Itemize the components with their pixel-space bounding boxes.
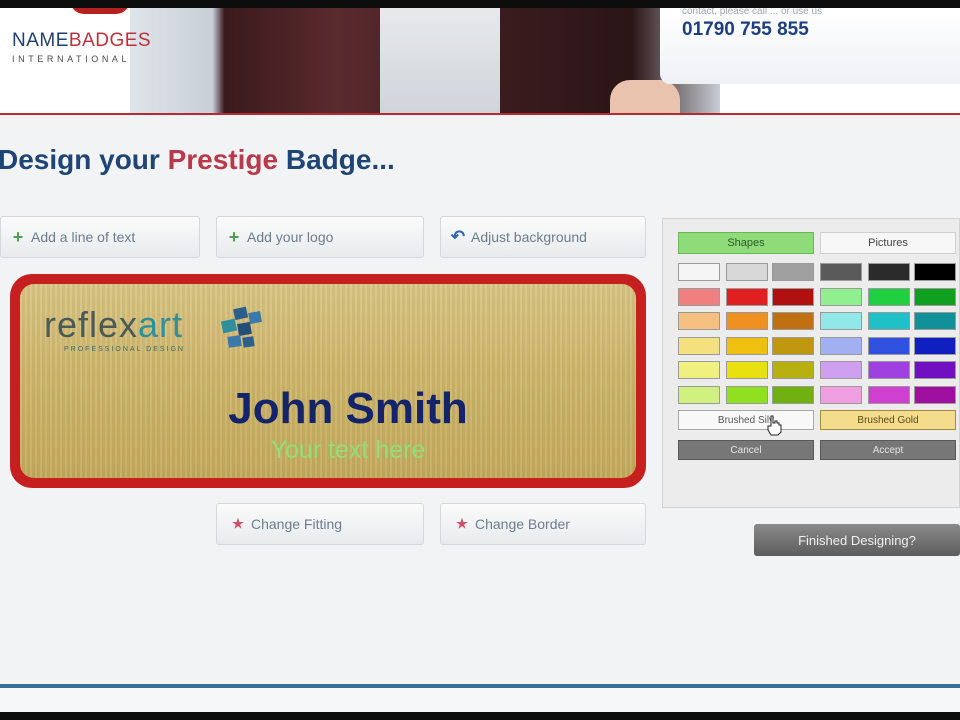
- add-logo-label: Add your logo: [247, 229, 334, 245]
- color-swatch[interactable]: [678, 312, 720, 330]
- adjust-background-label: Adjust background: [471, 229, 587, 245]
- star-icon: ★: [232, 516, 244, 531]
- site-header: NAMEBADGES INTERNATIONAL contact, please…: [0, 0, 960, 115]
- hand-cursor-icon: [767, 415, 782, 436]
- brushed-gold-button[interactable]: Brushed Gold: [820, 410, 956, 430]
- color-swatch[interactable]: [678, 287, 720, 306]
- badge-face: reflexart PROFESSIONAL DESIGN John Smith…: [20, 284, 636, 478]
- badge-logo-tagline: PROFESSIONAL DESIGN: [64, 346, 185, 353]
- top-frame-band: [0, 0, 960, 8]
- change-fitting-button[interactable]: ★ Change Fitting: [216, 503, 424, 545]
- brushed-silver-button[interactable]: Brushed Silv: [678, 410, 814, 430]
- color-swatch[interactable]: [820, 263, 862, 281]
- add-logo-button[interactable]: + Add your logo: [216, 216, 424, 258]
- page-title: Design your Prestige Badge...: [0, 144, 395, 175]
- contact-box: contact, please call ... or use us 01790…: [660, 6, 960, 84]
- tiles-logo-icon: [220, 306, 262, 348]
- color-swatch[interactable]: [726, 263, 768, 281]
- color-swatch[interactable]: [820, 361, 862, 379]
- badge-logo-text[interactable]: reflexart: [44, 304, 183, 346]
- cancel-button[interactable]: Cancel: [678, 440, 814, 460]
- color-swatch[interactable]: [914, 263, 956, 281]
- hero-image-shirt: [380, 8, 500, 115]
- tab-pictures[interactable]: Pictures: [820, 232, 956, 254]
- color-swatch[interactable]: [678, 385, 720, 404]
- color-swatch[interactable]: [772, 336, 814, 355]
- logo-subtitle: INTERNATIONAL: [12, 54, 131, 64]
- color-swatch[interactable]: [868, 336, 910, 355]
- plus-icon: +: [12, 226, 24, 247]
- color-swatch[interactable]: [772, 263, 814, 281]
- color-swatch[interactable]: [914, 312, 956, 330]
- change-fitting-label: Change Fitting: [251, 516, 343, 532]
- color-swatch[interactable]: [820, 385, 862, 404]
- color-swatch[interactable]: [914, 336, 956, 355]
- adjust-background-button[interactable]: ↶ Adjust background: [440, 216, 646, 258]
- change-border-button[interactable]: ★ Change Border: [440, 503, 646, 545]
- header-divider: [0, 113, 960, 115]
- color-swatch[interactable]: [868, 361, 910, 379]
- plus-icon: +: [228, 226, 240, 247]
- color-swatch[interactable]: [914, 287, 956, 306]
- add-text-button[interactable]: + Add a line of text: [0, 216, 200, 258]
- add-text-label: Add a line of text: [31, 229, 136, 245]
- logo-wordmark: NAMEBADGES: [12, 30, 152, 51]
- color-swatch[interactable]: [726, 361, 768, 379]
- color-swatch[interactable]: [678, 361, 720, 379]
- hero-image-hand: [610, 80, 680, 115]
- finished-designing-button[interactable]: Finished Designing?: [754, 524, 960, 556]
- tab-shapes[interactable]: Shapes: [678, 232, 814, 254]
- color-swatch[interactable]: [678, 263, 720, 281]
- star-icon: ★: [456, 516, 468, 531]
- color-swatch[interactable]: [914, 361, 956, 379]
- badge-name-line[interactable]: John Smith: [20, 384, 636, 434]
- color-swatch[interactable]: [772, 312, 814, 330]
- color-swatch[interactable]: [868, 312, 910, 330]
- color-swatch[interactable]: [820, 287, 862, 306]
- color-swatch[interactable]: [868, 385, 910, 404]
- color-swatch[interactable]: [772, 385, 814, 404]
- badge-preview[interactable]: reflexart PROFESSIONAL DESIGN John Smith…: [10, 274, 646, 488]
- change-border-label: Change Border: [475, 516, 570, 532]
- curved-arrow-icon: ↶: [450, 227, 466, 246]
- color-swatch[interactable]: [772, 287, 814, 306]
- color-swatch[interactable]: [726, 312, 768, 330]
- color-swatch[interactable]: [772, 361, 814, 379]
- accept-button[interactable]: Accept: [820, 440, 956, 460]
- color-swatch[interactable]: [678, 336, 720, 355]
- color-swatch[interactable]: [820, 336, 862, 355]
- color-swatch[interactable]: [914, 385, 956, 404]
- contact-phone[interactable]: 01790 755 855: [682, 19, 809, 41]
- color-swatch[interactable]: [868, 263, 910, 281]
- color-swatch[interactable]: [726, 385, 768, 404]
- color-swatch[interactable]: [820, 312, 862, 330]
- color-swatch[interactable]: [726, 287, 768, 306]
- color-swatch[interactable]: [868, 287, 910, 306]
- site-logo[interactable]: NAMEBADGES INTERNATIONAL: [12, 30, 151, 64]
- bottom-frame-band: [0, 712, 960, 720]
- color-swatch[interactable]: [726, 336, 768, 355]
- badge-text-line[interactable]: Your text here: [20, 436, 636, 465]
